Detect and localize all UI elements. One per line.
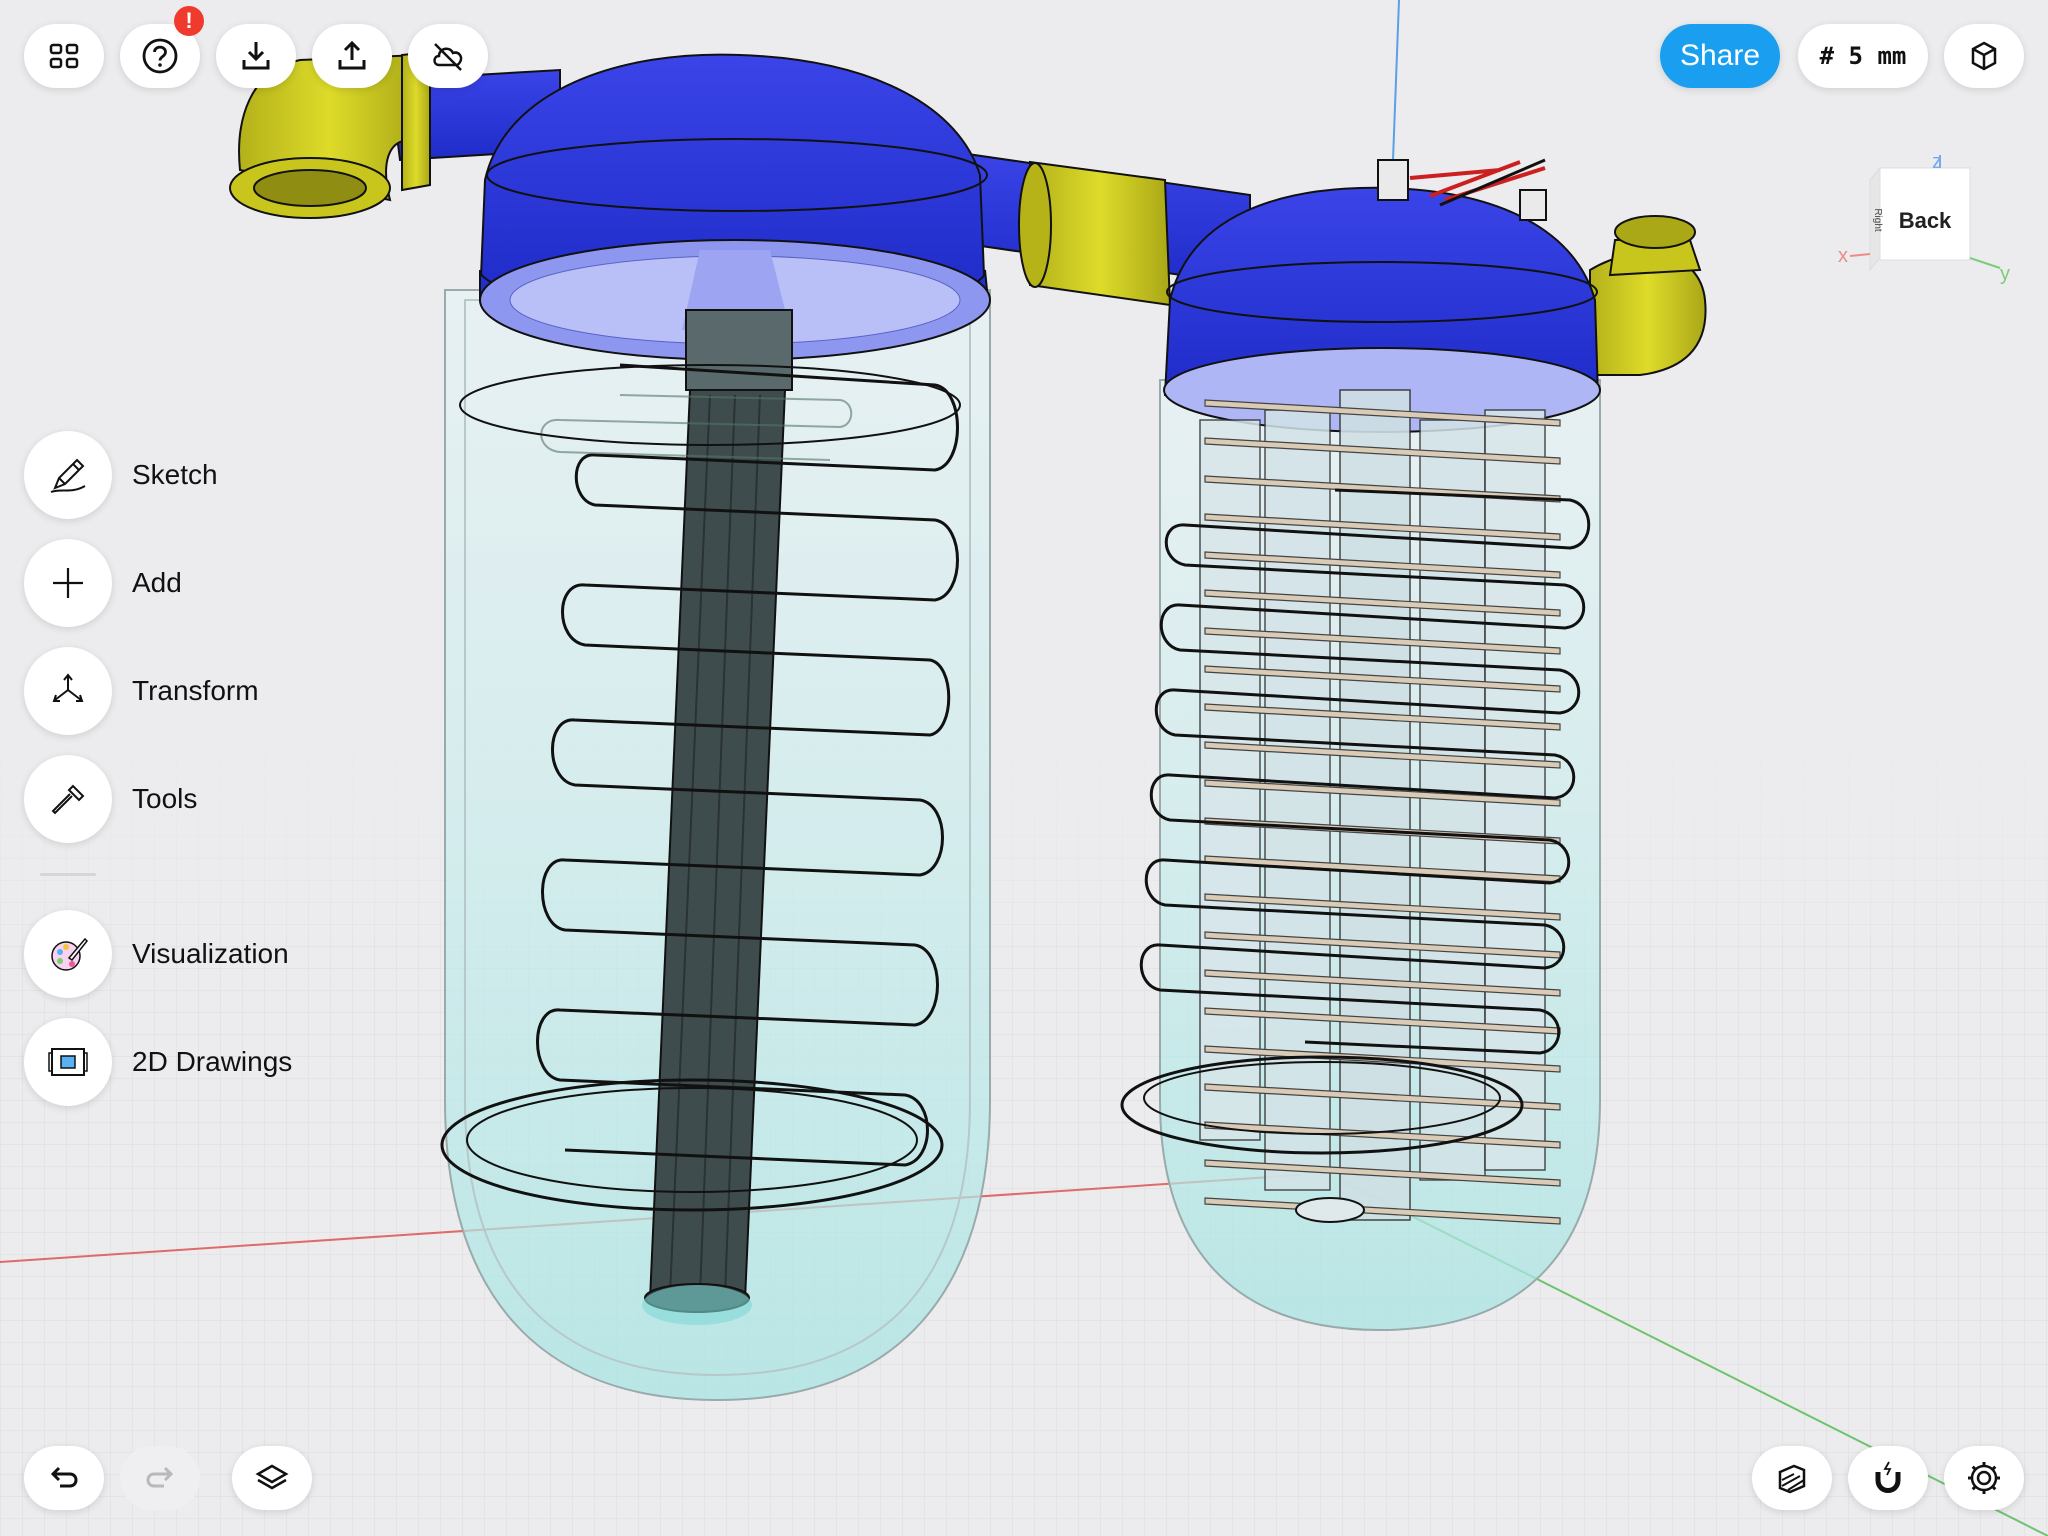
export-button[interactable] bbox=[312, 24, 392, 88]
cube-icon bbox=[1971, 41, 1997, 71]
share-button[interactable]: Share bbox=[1660, 24, 1780, 88]
hammer-icon bbox=[51, 784, 85, 815]
sidebar-item-add[interactable]: Add bbox=[24, 538, 182, 628]
right-elbow-fitting bbox=[1589, 215, 1707, 376]
sidebar-item-label: Visualization bbox=[132, 938, 289, 969]
grid-size-button[interactable]: # 5 mm bbox=[1798, 24, 1928, 88]
blueprint-icon bbox=[48, 1048, 88, 1076]
section-view-button[interactable] bbox=[1752, 1446, 1832, 1510]
grid-icon bbox=[49, 43, 79, 69]
layers-icon bbox=[255, 1464, 289, 1490]
palette-icon bbox=[51, 937, 89, 971]
axis-x-label: x bbox=[1838, 245, 1848, 267]
sidebar-item-label: Add bbox=[132, 567, 182, 598]
home-grid-button[interactable] bbox=[24, 24, 104, 88]
section-icon bbox=[1778, 1464, 1806, 1494]
upload-icon bbox=[338, 40, 366, 70]
sidebar-item-label: 2D Drawings bbox=[132, 1046, 293, 1077]
top-port bbox=[1377, 159, 1409, 201]
sidebar-item-visualization[interactable]: Visualization bbox=[24, 909, 289, 999]
transform-icon bbox=[52, 673, 84, 702]
notification-badge: ! bbox=[174, 6, 204, 36]
middle-coupling bbox=[1018, 160, 1172, 307]
sidebar-item-label: Transform bbox=[132, 675, 259, 706]
view-cube-back-label: Back bbox=[1899, 208, 1952, 233]
sidebar-item-label: Tools bbox=[132, 783, 198, 814]
undo-button[interactable] bbox=[24, 1446, 104, 1510]
cloud-off-icon bbox=[433, 43, 463, 71]
settings-button[interactable] bbox=[1944, 1446, 2024, 1510]
axis-y-label: y bbox=[2000, 263, 2010, 285]
view-mode-button[interactable] bbox=[1944, 24, 2024, 88]
side-port bbox=[1519, 189, 1547, 221]
3d-viewport[interactable] bbox=[0, 0, 2048, 1536]
gear-icon bbox=[1968, 1462, 2000, 1494]
right-tank[interactable] bbox=[1120, 158, 1601, 1332]
snap-button[interactable] bbox=[1848, 1446, 1928, 1510]
sidebar-item-2d-drawings[interactable]: 2D Drawings bbox=[24, 1017, 292, 1107]
view-cube[interactable]: Back Right x y z bbox=[1820, 150, 2030, 290]
sidebar-divider bbox=[40, 873, 96, 876]
redo-icon bbox=[146, 1466, 174, 1488]
axis-z-label: z bbox=[1932, 151, 1942, 173]
help-icon bbox=[142, 38, 178, 74]
z-axis-line bbox=[1392, 0, 1400, 161]
sidebar-item-sketch[interactable]: Sketch bbox=[24, 430, 218, 520]
left-tank[interactable] bbox=[440, 53, 991, 1402]
cloud-sync-button[interactable] bbox=[408, 24, 488, 88]
download-icon bbox=[242, 42, 270, 70]
redo-button[interactable] bbox=[120, 1446, 200, 1510]
undo-icon bbox=[50, 1466, 78, 1488]
layers-button[interactable] bbox=[232, 1446, 312, 1510]
help-button[interactable]: ! bbox=[120, 6, 204, 88]
import-button[interactable] bbox=[216, 24, 296, 88]
pencil-icon bbox=[50, 458, 86, 493]
view-cube-right-label: Right bbox=[1872, 208, 1883, 232]
magnet-icon bbox=[1875, 1461, 1901, 1493]
plus-icon bbox=[53, 568, 83, 598]
sidebar-item-tools[interactable]: Tools bbox=[24, 754, 197, 844]
sidebar-item-transform[interactable]: Transform bbox=[24, 646, 259, 736]
sidebar-item-label: Sketch bbox=[132, 459, 218, 490]
